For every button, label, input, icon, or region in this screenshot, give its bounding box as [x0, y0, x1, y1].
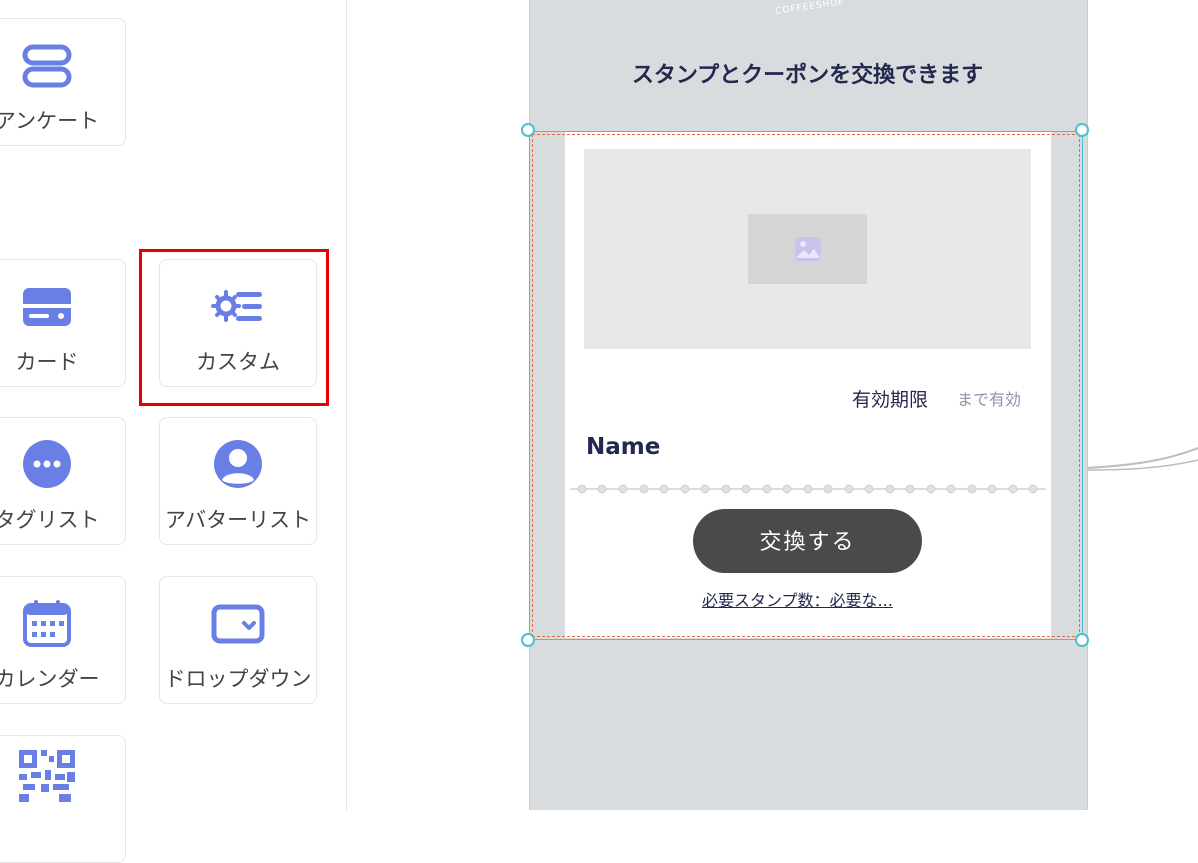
calendar-icon	[23, 600, 71, 647]
selection-highlight-custom	[139, 249, 329, 406]
palette-item-label: ドロップダウン	[164, 667, 312, 691]
resize-handle-bottom-right[interactable]	[1075, 633, 1089, 647]
palette-item-label: カレンダー	[0, 667, 100, 691]
resize-handle-top-right[interactable]	[1075, 123, 1089, 137]
selection-box[interactable]	[529, 131, 1083, 640]
component-palette: アンケート カード カスタム タグリスト アバターリスト カレンダー ドロップダ…	[0, 0, 347, 863]
palette-item-label: カード	[15, 350, 79, 374]
palette-item-calendar[interactable]: カレンダー	[0, 576, 126, 704]
qr-code-icon	[19, 750, 75, 802]
tag-list-icon	[23, 440, 71, 488]
palette-item-card[interactable]: カード	[0, 259, 126, 387]
palette-item-avatar-list[interactable]: アバターリスト	[159, 417, 317, 545]
palette-item-label: アバターリスト	[164, 508, 312, 532]
dropdown-icon	[211, 604, 265, 644]
resize-handle-top-left[interactable]	[521, 123, 535, 137]
palette-item-label: アンケート	[0, 109, 100, 133]
palette-item-label: タグリスト	[0, 508, 100, 532]
card-icon	[23, 288, 71, 326]
avatar-list-icon	[214, 440, 262, 488]
connector-lines	[1086, 447, 1198, 471]
palette-item-survey[interactable]: アンケート	[0, 18, 126, 146]
resize-handle-bottom-left[interactable]	[521, 633, 535, 647]
palette-item-tag-list[interactable]: タグリスト	[0, 417, 126, 545]
palette-item-dropdown[interactable]: ドロップダウン	[159, 576, 317, 704]
palette-item-qr-code[interactable]	[0, 735, 126, 863]
survey-icon	[22, 44, 72, 88]
page-headline: スタンプとクーポンを交換できます	[631, 63, 984, 88]
